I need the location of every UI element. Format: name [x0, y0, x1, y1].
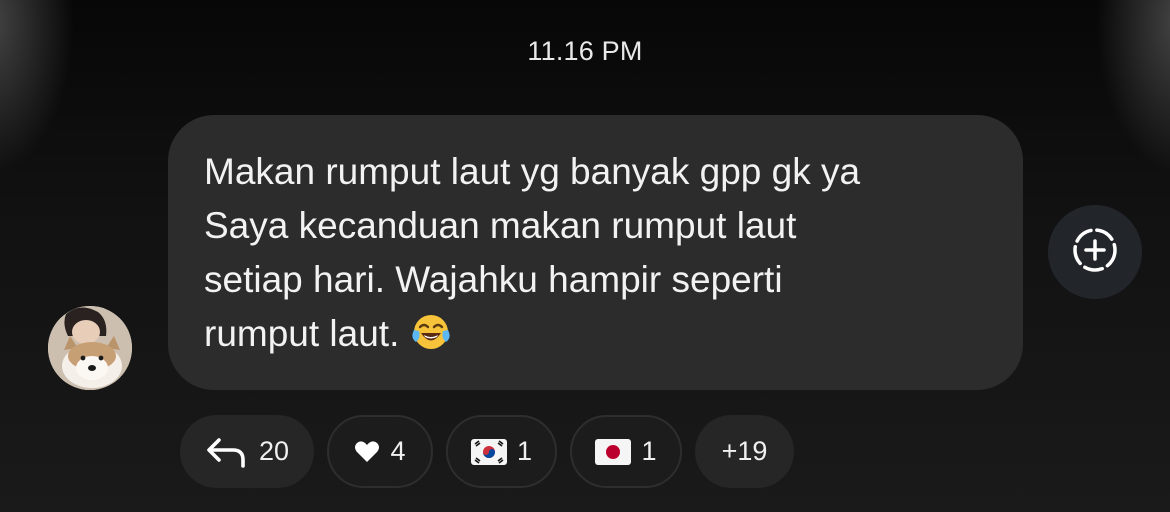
south-korea-flag-icon [470, 438, 507, 465]
korea-flag-reaction-pill[interactable]: 1 [446, 415, 557, 488]
message-line-4-text: rumput laut. [204, 313, 400, 354]
message-line-2: Saya kecanduan makan rumput laut [204, 205, 797, 246]
message-line-3: setiap hari. Wajahku hampir seperti [204, 259, 783, 300]
japan-flag-reaction-pill[interactable]: 1 [570, 415, 682, 488]
heart-icon [354, 440, 380, 464]
message-text: Makan rumput laut yg banyak gpp gk ya Sa… [204, 145, 987, 367]
more-reactions-pill[interactable]: +19 [695, 415, 794, 488]
japan-flag-icon [595, 438, 632, 465]
reply-arrow-icon [205, 434, 249, 470]
heart-reaction-pill[interactable]: 4 [327, 415, 433, 488]
reply-count: 20 [258, 436, 290, 466]
message-bubble[interactable]: Makan rumput laut yg banyak gpp gk ya Sa… [168, 115, 1023, 390]
message-line-1: Makan rumput laut yg banyak gpp gk ya [204, 151, 861, 192]
message-line-4: rumput laut. [204, 307, 987, 367]
japan-flag-count: 1 [641, 436, 657, 466]
tears-of-joy-emoji-icon [411, 312, 451, 367]
avatar[interactable] [48, 306, 132, 390]
timestamp: 11.16 PM [527, 36, 643, 66]
add-reaction-icon [1070, 225, 1120, 280]
heart-count: 4 [390, 436, 406, 466]
korea-flag-count: 1 [516, 436, 533, 466]
add-reaction-button[interactable] [1048, 205, 1142, 299]
more-reactions-count: +19 [721, 436, 768, 466]
reply-count-pill[interactable]: 20 [180, 415, 314, 488]
